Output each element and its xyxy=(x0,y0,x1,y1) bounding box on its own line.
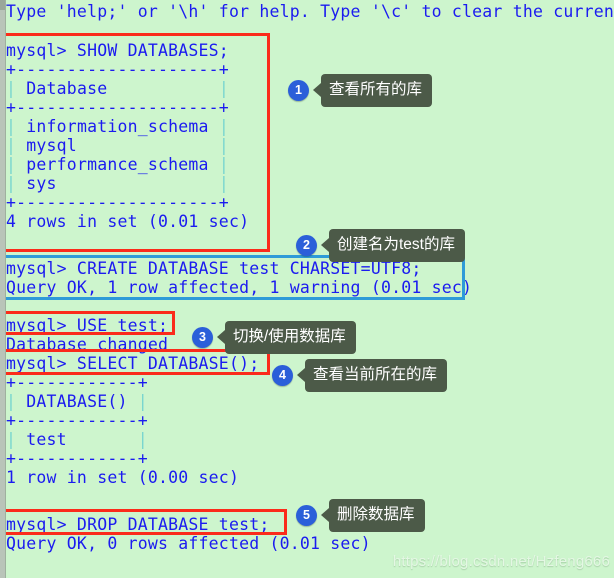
terminal-text: test xyxy=(16,430,138,449)
terminal-line: mysql> DROP DATABASE test; xyxy=(6,515,270,534)
table-pipe: | xyxy=(218,117,229,136)
terminal-line: +------------+ xyxy=(6,373,148,392)
terminal-line: +------------+ xyxy=(6,411,148,430)
table-pipe: | xyxy=(218,174,229,193)
callout-number-badge: 1 xyxy=(288,79,309,101)
terminal-line: +--------------------+ xyxy=(6,98,229,117)
terminal-text: performance_schema xyxy=(16,155,219,174)
annotation-callout-2: 2 创建名为test的库 xyxy=(296,229,465,262)
table-pipe: | xyxy=(6,430,17,449)
table-pipe: | xyxy=(137,392,148,411)
terminal-line: +--------------------+ xyxy=(6,193,229,212)
terminal-header-line: Type 'help;' or '\h' for help. Type '\c'… xyxy=(6,2,614,21)
terminal-line: mysql> CREATE DATABASE test CHARSET=UTF8… xyxy=(6,259,422,278)
terminal-line: | information_schema | xyxy=(6,117,229,136)
table-pipe: | xyxy=(6,136,17,155)
callout-label: 查看当前所在的库 xyxy=(305,359,448,392)
csdn-watermark: https://blog.csdn.net/Hzfeng666 xyxy=(392,553,610,570)
terminal-line: | mysql | xyxy=(6,136,229,155)
callout-number-badge: 5 xyxy=(296,504,317,526)
annotation-callout-4: 4 查看当前所在的库 xyxy=(272,359,448,392)
callout-label: 切换/使用数据库 xyxy=(225,321,356,354)
table-pipe: | xyxy=(6,155,17,174)
callout-arrow-icon xyxy=(297,368,305,383)
terminal-text: mysql xyxy=(16,136,219,155)
terminal-text: sys xyxy=(16,174,219,193)
callout-arrow-icon xyxy=(321,238,329,253)
terminal-line: +--------------------+ xyxy=(6,60,229,79)
table-pipe: | xyxy=(218,136,229,155)
table-pipe: | xyxy=(6,117,17,136)
annotation-callout-5: 5 删除数据库 xyxy=(296,499,425,532)
callout-label: 删除数据库 xyxy=(329,499,425,532)
annotation-callout-3: 3 切换/使用数据库 xyxy=(192,321,356,354)
table-pipe: | xyxy=(137,430,148,449)
terminal-line: 1 row in set (0.00 sec) xyxy=(6,468,240,487)
terminal-line: Query OK, 0 rows affected (0.01 sec) xyxy=(6,534,371,553)
terminal-text: Database xyxy=(16,79,219,98)
callout-number-badge: 4 xyxy=(272,364,293,386)
annotation-callout-1: 1 查看所有的库 xyxy=(288,74,433,107)
terminal-line: mysql> USE test; xyxy=(6,316,169,335)
terminal-line: | sys | xyxy=(6,174,229,193)
callout-number-badge: 2 xyxy=(296,234,317,256)
window-left-border-cap xyxy=(0,0,5,10)
terminal-line: | performance_schema | xyxy=(6,155,229,174)
callout-label: 创建名为test的库 xyxy=(329,229,465,262)
callout-arrow-icon xyxy=(217,330,225,345)
terminal-line: | DATABASE() | xyxy=(6,392,148,411)
terminal-text: information_schema xyxy=(16,117,219,136)
callout-label: 查看所有的库 xyxy=(321,74,433,107)
terminal-line: mysql> SHOW DATABASES; xyxy=(6,41,229,60)
callout-arrow-icon xyxy=(321,508,329,523)
window-left-border xyxy=(0,0,6,578)
callout-arrow-icon xyxy=(313,83,321,98)
terminal-text: DATABASE() xyxy=(16,392,138,411)
terminal-line: mysql> SELECT DATABASE(); xyxy=(6,354,260,373)
terminal-line: Database changed xyxy=(6,335,169,354)
terminal-screenshot: Type 'help;' or '\h' for help. Type '\c'… xyxy=(0,0,614,578)
table-pipe: | xyxy=(6,174,17,193)
table-pipe: | xyxy=(6,392,17,411)
terminal-line: | test | xyxy=(6,430,148,449)
terminal-line: +------------+ xyxy=(6,449,148,468)
callout-number-badge: 3 xyxy=(192,326,213,348)
table-pipe: | xyxy=(218,79,229,98)
terminal-line: | Database | xyxy=(6,79,229,98)
terminal-line: 4 rows in set (0.01 sec) xyxy=(6,212,250,231)
terminal-line: Query OK, 1 row affected, 1 warning (0.0… xyxy=(6,278,473,297)
table-pipe: | xyxy=(218,155,229,174)
table-pipe: | xyxy=(6,79,17,98)
